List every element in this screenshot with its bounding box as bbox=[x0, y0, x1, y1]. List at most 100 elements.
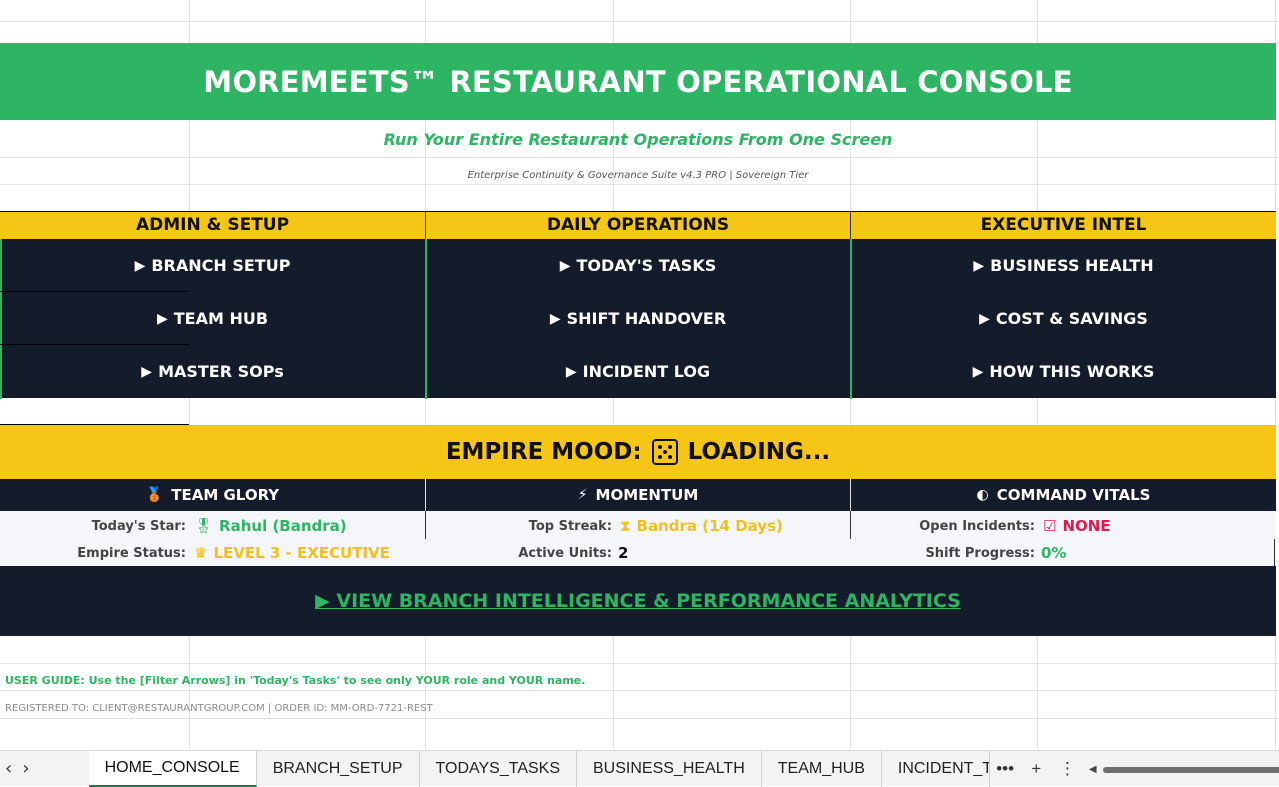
todays-star-row: Today's Star: 🎖 Rahul (Bandra) bbox=[0, 513, 425, 539]
nav-label: BRANCH SETUP bbox=[151, 256, 291, 275]
checkbox-icon: ☑ bbox=[1043, 517, 1057, 535]
gridline bbox=[0, 184, 1279, 185]
open-incidents-row: Open Incidents: ☑ NONE bbox=[851, 513, 1276, 539]
play-icon: ▶ bbox=[565, 363, 577, 380]
scrollbar-thumb[interactable] bbox=[1102, 766, 1279, 773]
play-icon: ▶ bbox=[141, 363, 153, 380]
medal-icon: 🎖 bbox=[194, 517, 214, 535]
nav-business-health[interactable]: ▶ BUSINESS HEALTH bbox=[851, 239, 1276, 292]
play-icon: ▶ bbox=[973, 257, 985, 274]
nav-label: BUSINESS HEALTH bbox=[990, 256, 1154, 275]
empire-status-value: LEVEL 3 - EXECUTIVE bbox=[213, 544, 390, 562]
nav-label: TODAY'S TASKS bbox=[576, 256, 717, 275]
team-glory-label: TEAM GLORY bbox=[171, 486, 280, 504]
nav-label: COST & SAVINGS bbox=[995, 309, 1148, 328]
play-icon: ▶ bbox=[549, 310, 561, 327]
nav-branch-setup[interactable]: ▶ BRANCH SETUP bbox=[0, 239, 425, 292]
active-units-row: Active Units: 2 bbox=[426, 540, 850, 566]
suite-version: Enterprise Continuity & Governance Suite… bbox=[467, 169, 809, 181]
scroll-tabs-right-button[interactable]: › bbox=[17, 758, 34, 779]
open-incidents-label: Open Incidents: bbox=[919, 518, 1035, 534]
nav-label: INCIDENT LOG bbox=[582, 362, 711, 381]
command-vitals-label: COMMAND VITALS bbox=[996, 486, 1151, 504]
row-divider bbox=[0, 344, 189, 345]
tab-todays-tasks[interactable]: TODAYS_TASKS bbox=[420, 750, 577, 787]
nav-label: MASTER SOPs bbox=[158, 362, 284, 381]
shift-progress-row: Shift Progress: 0% bbox=[851, 540, 1276, 566]
momentum-label: MOMENTUM bbox=[595, 486, 699, 504]
registration-text: REGISTERED TO: CLIENT@RESTAURANTGROUP.CO… bbox=[5, 703, 433, 714]
lightning-icon: ⚡ bbox=[577, 487, 588, 503]
empire-status-row: Empire Status: ♛ LEVEL 3 - EXECUTIVE bbox=[0, 540, 425, 566]
user-guide-text: USER GUIDE: Use the [Filter Arrows] in '… bbox=[5, 674, 586, 687]
mood-label: EMPIRE MOOD: bbox=[445, 439, 642, 465]
tab-branch-setup[interactable]: BRANCH_SETUP bbox=[257, 750, 420, 787]
vitals-panel: Today's Star: 🎖 Rahul (Bandra) Empire St… bbox=[0, 511, 1276, 567]
active-units-value: 2 bbox=[618, 544, 629, 562]
nav-label: HOW THIS WORKS bbox=[989, 362, 1155, 381]
nav-team-hub[interactable]: ▶ TEAM HUB bbox=[0, 292, 425, 345]
shift-progress-value: 0% bbox=[1041, 544, 1067, 562]
gridline bbox=[0, 663, 1279, 664]
column-divider bbox=[425, 239, 427, 399]
crown-icon: ♛ bbox=[194, 544, 208, 562]
row-divider bbox=[0, 291, 189, 292]
column-divider bbox=[850, 239, 852, 399]
empire-status-label: Empire Status: bbox=[77, 545, 186, 561]
column-header-admin: ADMIN & SETUP bbox=[0, 211, 425, 239]
gridline bbox=[0, 21, 1279, 22]
command-vitals-header: ◐ COMMAND VITALS bbox=[851, 479, 1276, 511]
gridline bbox=[0, 157, 1279, 158]
momentum-header: ⚡ MOMENTUM bbox=[426, 479, 850, 511]
console-title: MOREMEETS™ RESTAURANT OPERATIONAL CONSOL… bbox=[0, 43, 1276, 120]
top-streak-value: Bandra (14 Days) bbox=[636, 517, 783, 535]
gridline bbox=[0, 718, 1279, 719]
half-circle-icon: ◐ bbox=[976, 487, 989, 503]
tab-team-hub[interactable]: TEAM_HUB bbox=[762, 750, 882, 787]
nav-shift-handover[interactable]: ▶ SHIFT HANDOVER bbox=[426, 292, 850, 345]
section-border bbox=[0, 211, 1276, 212]
scroll-tabs-left-button[interactable]: ‹ bbox=[0, 758, 17, 779]
todays-star-value: Rahul (Bandra) bbox=[219, 517, 347, 535]
nav-label: SHIFT HANDOVER bbox=[566, 309, 727, 328]
medal-icon: 🥉 bbox=[145, 487, 164, 503]
spreadsheet-canvas: MOREMEETS™ RESTAURANT OPERATIONAL CONSOL… bbox=[0, 0, 1279, 750]
tab-incident-tracker[interactable]: INCIDENT_TRACKER bbox=[882, 750, 990, 787]
tab-business-health[interactable]: BUSINESS_HEALTH bbox=[577, 750, 762, 787]
analytics-cta-banner: ▶ VIEW BRANCH INTELLIGENCE & PERFORMANCE… bbox=[0, 566, 1276, 636]
open-incidents-value: NONE bbox=[1062, 517, 1111, 535]
nav-cost-savings[interactable]: ▶ COST & SAVINGS bbox=[851, 292, 1276, 345]
add-sheet-button[interactable]: + bbox=[1021, 759, 1052, 779]
shift-progress-label: Shift Progress: bbox=[925, 545, 1035, 561]
more-tabs-icon[interactable]: ••• bbox=[990, 759, 1021, 779]
section-border bbox=[850, 211, 851, 239]
top-streak-row: Top Streak: ⧗ Bandra (14 Days) bbox=[426, 513, 850, 539]
options-menu-icon[interactable]: ⋮ bbox=[1052, 759, 1083, 779]
column-header-executive: EXECUTIVE INTEL bbox=[851, 211, 1276, 239]
scroll-left-icon[interactable]: ◀ bbox=[1089, 764, 1097, 775]
tab-home-console[interactable]: HOME_CONSOLE bbox=[88, 750, 257, 787]
nav-label: TEAM HUB bbox=[173, 309, 269, 328]
play-icon: ▶ bbox=[156, 310, 168, 327]
dice-icon bbox=[651, 439, 678, 465]
nav-master-sops[interactable]: ▶ MASTER SOPs bbox=[0, 345, 425, 398]
play-icon: ▶ bbox=[972, 363, 984, 380]
horizontal-scrollbar[interactable]: ◀ bbox=[1089, 762, 1279, 776]
mood-value: LOADING... bbox=[687, 439, 831, 465]
play-icon: ▶ bbox=[979, 310, 990, 327]
view-analytics-link[interactable]: ▶ VIEW BRANCH INTELLIGENCE & PERFORMANCE… bbox=[315, 590, 961, 612]
gridline bbox=[0, 690, 1279, 691]
nav-how-this-works[interactable]: ▶ HOW THIS WORKS bbox=[851, 345, 1276, 398]
empire-mood-banner: EMPIRE MOOD: LOADING... bbox=[0, 425, 1276, 479]
todays-star-label: Today's Star: bbox=[91, 518, 186, 534]
section-border bbox=[425, 211, 426, 239]
sheet-tab-bar: ‹ › HOME_CONSOLE BRANCH_SETUP TODAYS_TAS… bbox=[0, 750, 1279, 787]
tagline: Run Your Entire Restaurant Operations Fr… bbox=[383, 129, 893, 149]
play-icon: ▶ bbox=[559, 257, 571, 274]
play-icon: ▶ bbox=[134, 257, 146, 274]
nav-incident-log[interactable]: ▶ INCIDENT LOG bbox=[426, 345, 850, 398]
active-units-label: Active Units: bbox=[518, 545, 612, 561]
team-glory-header: 🥉 TEAM GLORY bbox=[0, 479, 425, 511]
column-header-operations: DAILY OPERATIONS bbox=[426, 211, 850, 239]
nav-todays-tasks[interactable]: ▶ TODAY'S TASKS bbox=[426, 239, 850, 292]
